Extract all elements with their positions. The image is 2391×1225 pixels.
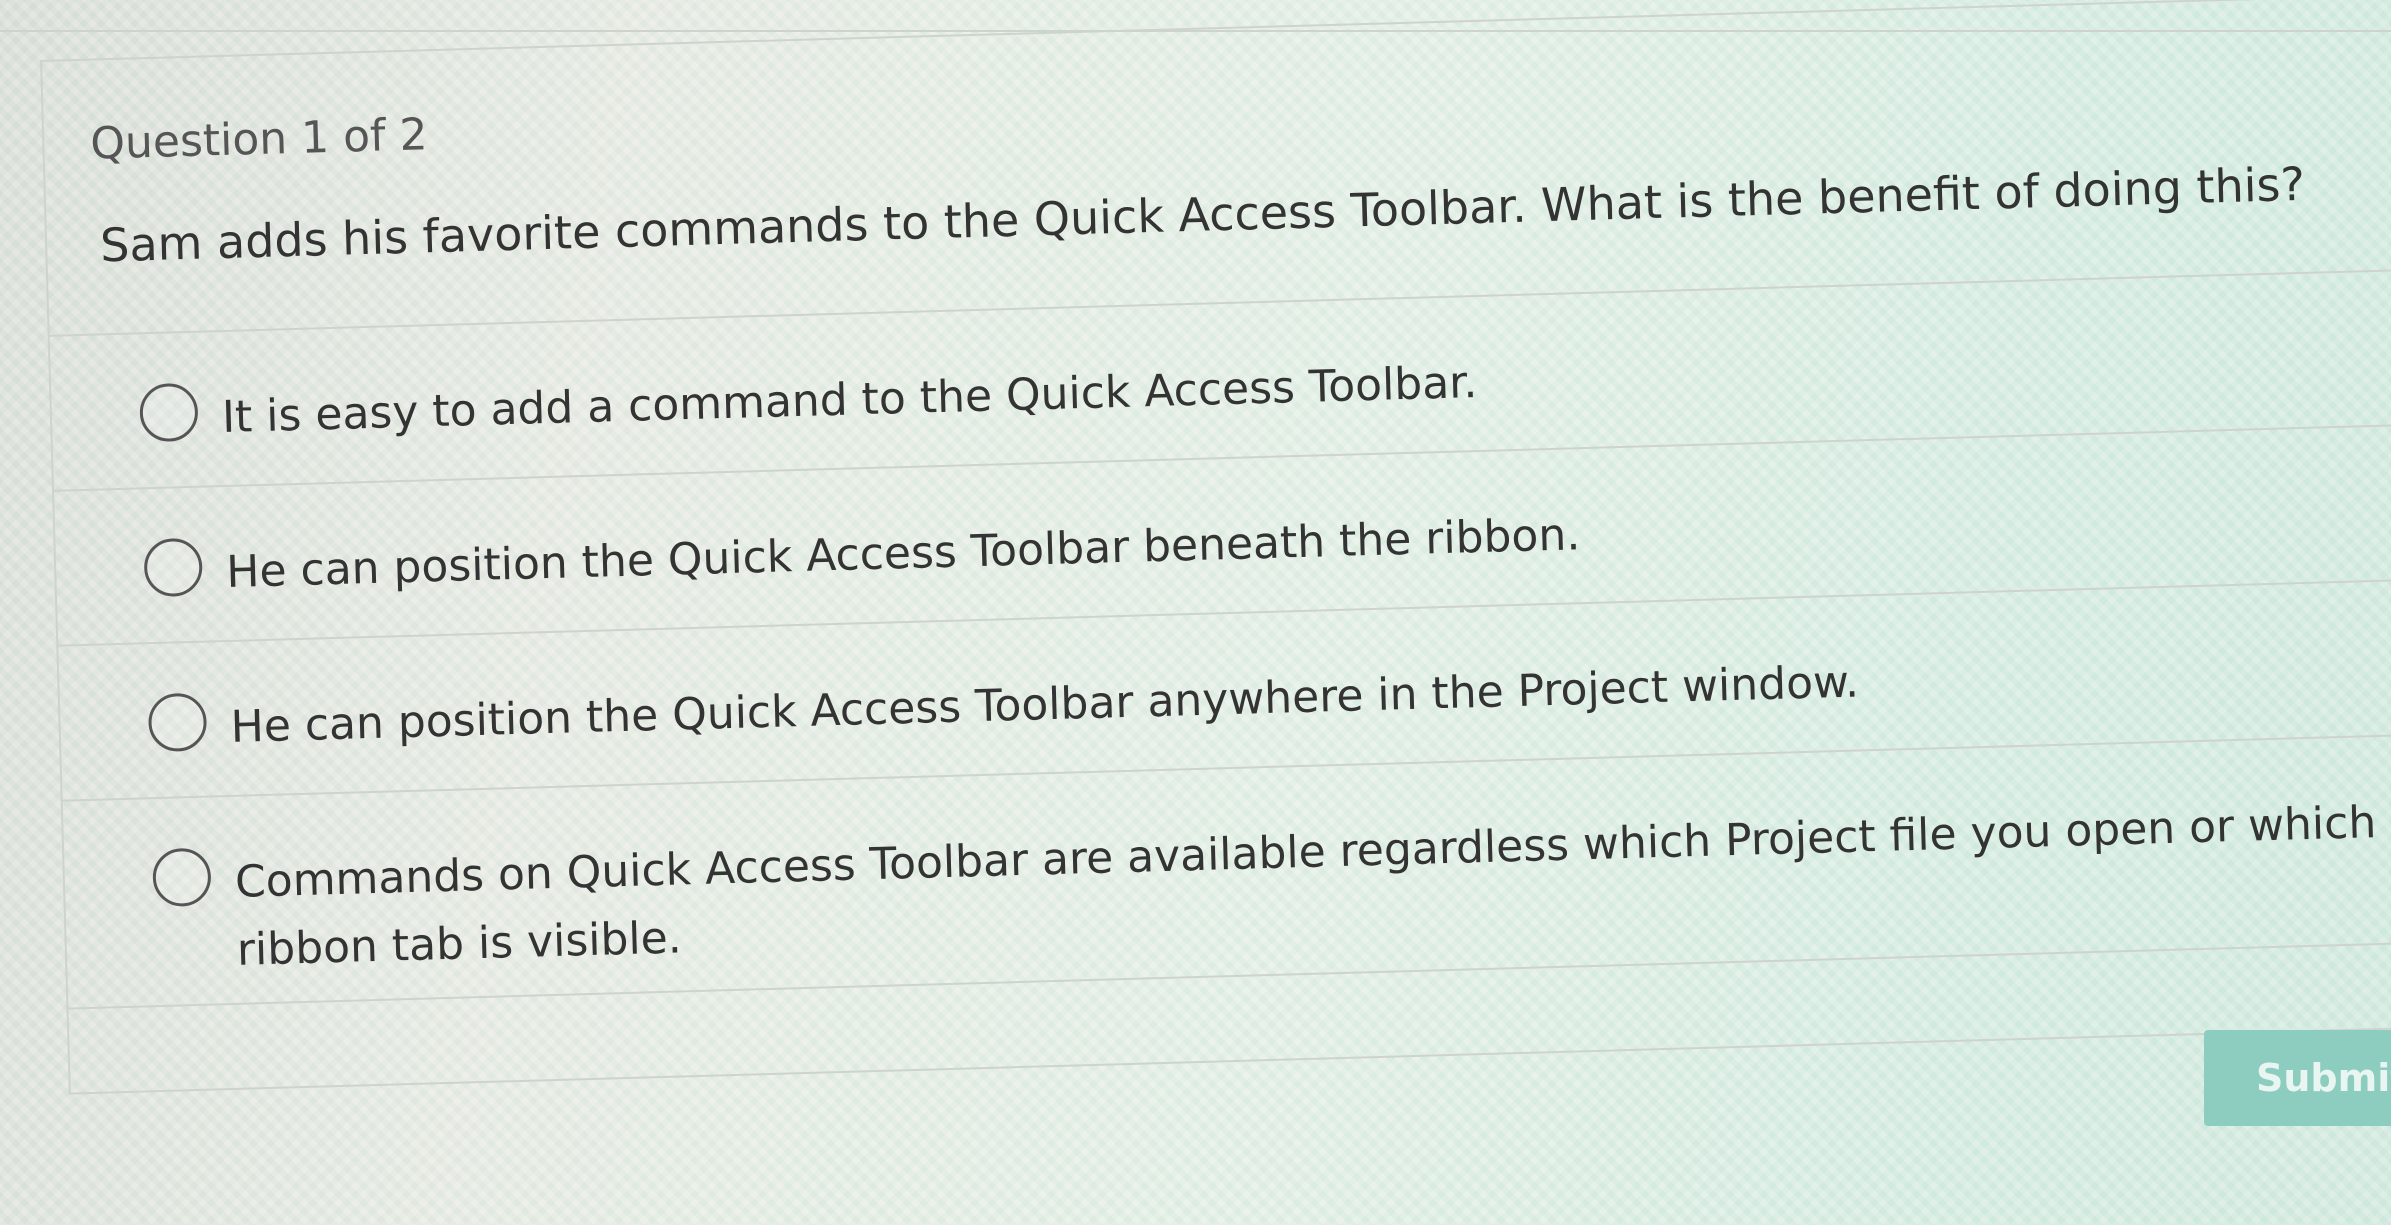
question-counter: Question 1 of 2 xyxy=(89,109,429,170)
quiz-panel: Question 1 of 2 Sam adds his favorite co… xyxy=(40,0,2391,1100)
radio-button-2[interactable] xyxy=(143,537,204,598)
submit-button[interactable]: Submit xyxy=(2204,1030,2391,1126)
screen: Question 1 of 2 Sam adds his favorite co… xyxy=(0,0,2391,1225)
radio-button-3[interactable] xyxy=(147,692,208,753)
radio-button-4[interactable] xyxy=(152,847,212,908)
answer-options: It is easy to add a command to the Quick… xyxy=(47,267,2391,1010)
radio-button-1[interactable] xyxy=(139,382,199,443)
answer-option-label: He can position the Quick Access Toolbar… xyxy=(229,656,1860,753)
answer-option-label: He can position the Quick Access Toolbar… xyxy=(225,509,1581,598)
